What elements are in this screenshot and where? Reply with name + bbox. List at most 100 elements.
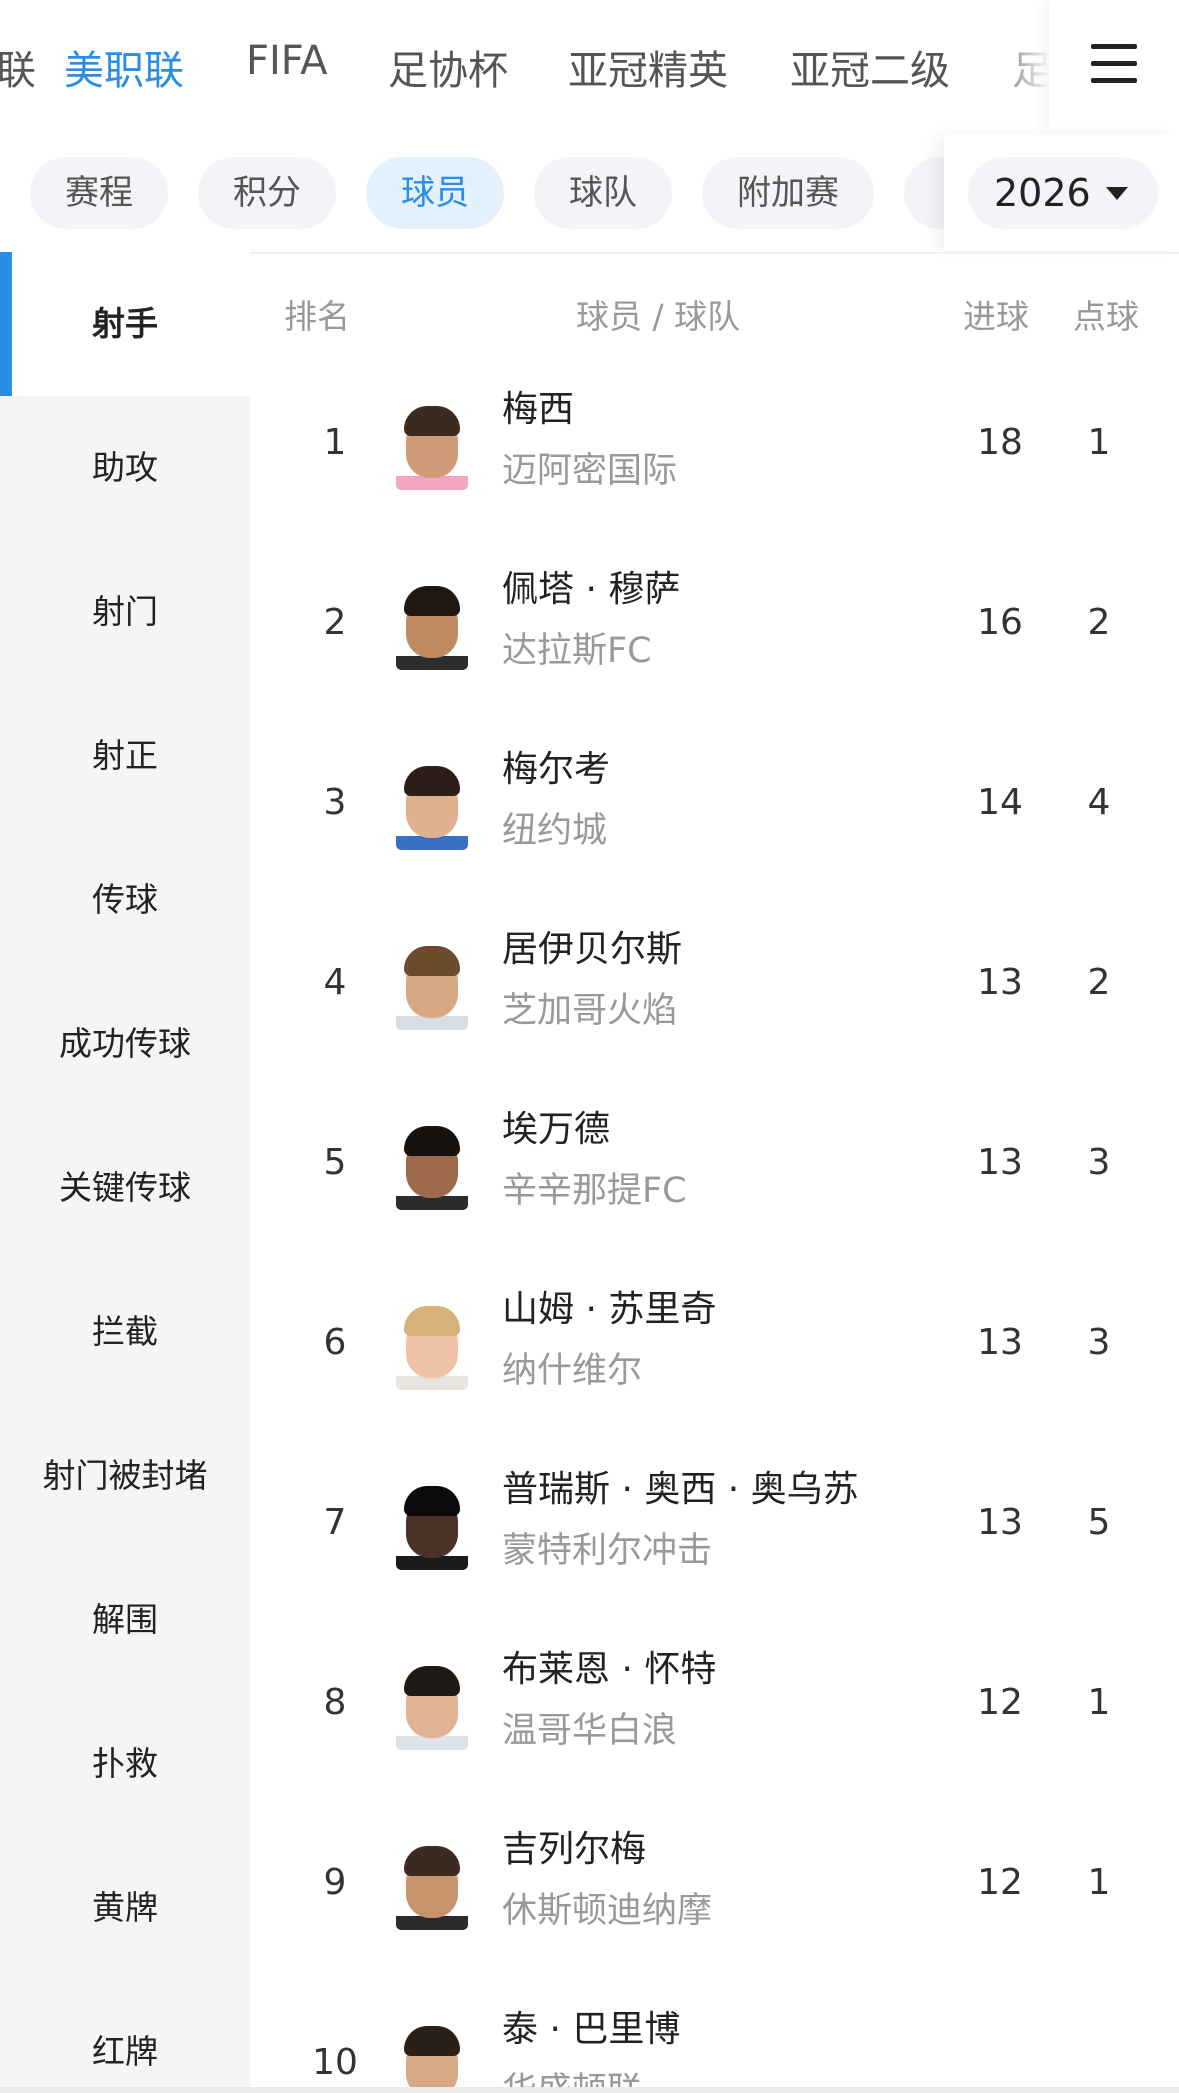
category-tab[interactable]: 积分 (198, 157, 336, 229)
player-name[interactable]: 普瑞斯 · 奥西 · 奥乌苏 (502, 1460, 859, 1512)
goals-value: 16 (977, 602, 1023, 643)
player-rank: 3 (323, 782, 347, 823)
header-goals: 进球 (963, 297, 1029, 336)
season-dropdown[interactable]: 2026 (968, 157, 1158, 229)
league-tab[interactable]: 美职联 (64, 38, 184, 96)
sidebar-item-label: 扑救 (92, 1744, 158, 1783)
sidebar-item-label: 射手 (92, 304, 158, 343)
player-name[interactable]: 居伊贝尔斯 (502, 920, 682, 972)
team-name[interactable]: 达拉斯FC (502, 622, 652, 673)
player-name[interactable]: 埃万德 (502, 1100, 610, 1152)
penalties-value: 2 (1087, 962, 1111, 1003)
sidebar-item[interactable]: 拦截 (0, 1260, 250, 1404)
active-indicator (0, 252, 12, 396)
table-row[interactable]: 8 布莱恩 · 怀特 温哥华白浪 12 1 (250, 1624, 1179, 1804)
penalties-value: 3 (1087, 1142, 1111, 1183)
league-tab[interactable]: 足协杯 (388, 38, 508, 96)
player-rank: 8 (323, 1682, 347, 1723)
sidebar-item-label: 黄牌 (92, 1888, 158, 1927)
league-tab-fade (989, 0, 1049, 130)
team-name[interactable]: 温哥华白浪 (502, 1702, 677, 1753)
player-avatar (396, 1118, 468, 1210)
sidebar-item[interactable]: 传球 (0, 828, 250, 972)
sidebar-item-label: 射正 (92, 736, 158, 775)
penalties-value: 1 (1087, 422, 1111, 463)
goals-value: 13 (977, 962, 1023, 1003)
goals-value: 14 (977, 782, 1023, 823)
stat-category-sidebar: 射手助攻 射门射正传球成功传球关键传球 拦截射门被封堵解围扑救黄牌红牌 (0, 252, 250, 2093)
penalties-value: 1 (1087, 1862, 1111, 1903)
header-rank: 排名 (284, 297, 350, 336)
sidebar-item-label: 解围 (92, 1600, 158, 1639)
league-tab[interactable]: 亚冠二级 (790, 38, 950, 96)
table-row[interactable]: 6 山姆 · 苏里奇 纳什维尔 13 3 (250, 1264, 1179, 1444)
category-tab[interactable]: 球员 (366, 157, 504, 229)
sidebar-item-label: 红牌 (92, 2032, 158, 2071)
player-name[interactable]: 吉列尔梅 (502, 1820, 646, 1872)
table-row[interactable]: 4 居伊贝尔斯 芝加哥火焰 13 2 (250, 904, 1179, 1084)
category-tab[interactable]: 球队 (534, 157, 672, 229)
sidebar-item[interactable]: 射手 (0, 252, 250, 396)
player-rank: 2 (323, 602, 347, 643)
penalties-value: 1 (1087, 1682, 1111, 1723)
sidebar-item[interactable]: 扑救 (0, 1692, 250, 1836)
table-row[interactable]: 1 梅西 迈阿密国际 18 1 (250, 364, 1179, 544)
team-name[interactable]: 纳什维尔 (502, 1342, 642, 1393)
player-name[interactable]: 泰 · 巴里博 (502, 2000, 680, 2052)
team-name[interactable]: 休斯顿迪纳摩 (502, 1882, 712, 1933)
player-name[interactable]: 布莱恩 · 怀特 (502, 1640, 716, 1692)
league-tab[interactable]: FIFA (246, 38, 328, 84)
player-avatar (396, 1298, 468, 1390)
team-name[interactable]: 纽约城 (502, 802, 607, 853)
player-avatar (396, 398, 468, 490)
sidebar-item[interactable]: 黄牌 (0, 1836, 250, 1980)
header-penalties: 点球 (1073, 297, 1139, 336)
header-player-team: 球员 / 球队 (576, 297, 741, 336)
penalties-value: 5 (1087, 1502, 1111, 1543)
table-row[interactable]: 9 吉列尔梅 休斯顿迪纳摩 12 1 (250, 1804, 1179, 1984)
sidebar-item[interactable]: 解围 (0, 1548, 250, 1692)
player-avatar (396, 938, 468, 1030)
table-header: 排名 球员 / 球队 进球 点球 (250, 254, 1179, 374)
sidebar-item[interactable]: 助攻 (0, 396, 250, 540)
sidebar-item-label: 成功传球 (59, 1024, 191, 1063)
sidebar-item-label: 射门被封堵 (42, 1456, 208, 1495)
menu-button[interactable] (1049, 0, 1179, 130)
table-row[interactable]: 3 梅尔考 纽约城 14 4 (250, 724, 1179, 904)
season-value: 2026 (994, 171, 1091, 215)
player-name[interactable]: 山姆 · 苏里奇 (502, 1280, 716, 1332)
sidebar-item[interactable]: 关键传球 (0, 1116, 250, 1260)
table-row[interactable]: 7 普瑞斯 · 奥西 · 奥乌苏 蒙特利尔冲击 13 5 (250, 1444, 1179, 1624)
sidebar-item[interactable]: 射正 (0, 684, 250, 828)
sidebar-item[interactable]: 射门被封堵 (0, 1404, 250, 1548)
table-row[interactable]: 10 泰 · 巴里博 华盛顿联 (250, 1984, 1179, 2093)
sidebar-item-label: 传球 (92, 880, 158, 919)
player-name[interactable]: 梅尔考 (502, 740, 610, 792)
player-rank: 4 (323, 962, 347, 1003)
sidebar-item[interactable]: 成功传球 (0, 972, 250, 1116)
table-row[interactable]: 2 佩塔 · 穆萨 达拉斯FC 16 2 (250, 544, 1179, 724)
caret-down-icon (1106, 187, 1128, 200)
team-name[interactable]: 辛辛那提FC (502, 1162, 687, 1213)
player-avatar (396, 1658, 468, 1750)
sidebar-item[interactable]: 红牌 (0, 1980, 250, 2093)
table-row[interactable]: 5 埃万德 辛辛那提FC 13 3 (250, 1084, 1179, 1264)
player-rank: 9 (323, 1862, 347, 1903)
player-rank: 1 (323, 422, 347, 463)
player-avatar (396, 1838, 468, 1930)
player-avatar (396, 758, 468, 850)
player-avatar (396, 578, 468, 670)
category-tab[interactable]: 附加赛 (702, 157, 874, 229)
sidebar-item[interactable]: 射门 (0, 540, 250, 684)
player-rank: 6 (323, 1322, 347, 1363)
player-name[interactable]: 佩塔 · 穆萨 (502, 560, 680, 612)
league-tab[interactable]: 亚冠精英 (568, 38, 728, 96)
player-name[interactable]: 梅西 (502, 380, 574, 432)
season-selector[interactable]: 2026 (944, 135, 1179, 250)
league-tab[interactable]: 联 (0, 38, 36, 96)
player-rank: 7 (323, 1502, 347, 1543)
team-name[interactable]: 蒙特利尔冲击 (502, 1522, 712, 1573)
team-name[interactable]: 芝加哥火焰 (502, 982, 677, 1033)
category-tab[interactable]: 赛程 (30, 157, 168, 229)
team-name[interactable]: 迈阿密国际 (502, 442, 677, 493)
